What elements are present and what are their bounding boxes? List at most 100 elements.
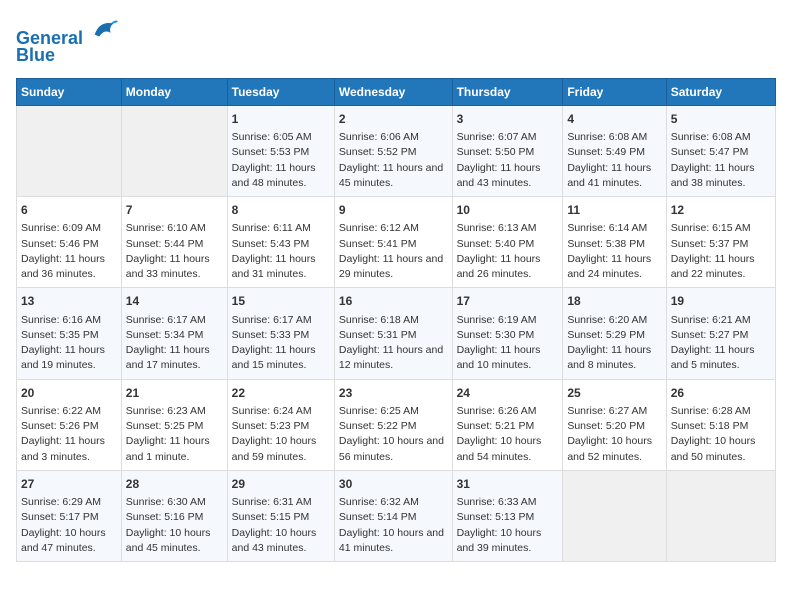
day-info: Sunrise: 6:10 AM <box>126 221 223 236</box>
day-info: Sunset: 5:18 PM <box>671 419 771 434</box>
day-cell: 20Sunrise: 6:22 AMSunset: 5:26 PMDayligh… <box>17 379 122 470</box>
day-info: Daylight: 10 hours and 56 minutes. <box>339 434 448 464</box>
day-number: 1 <box>232 111 330 128</box>
day-info: Daylight: 11 hours and 29 minutes. <box>339 252 448 282</box>
day-cell: 3Sunrise: 6:07 AMSunset: 5:50 PMDaylight… <box>452 105 563 196</box>
header-row: SundayMondayTuesdayWednesdayThursdayFrid… <box>17 78 776 105</box>
day-info: Sunset: 5:14 PM <box>339 510 448 525</box>
day-cell: 29Sunrise: 6:31 AMSunset: 5:15 PMDayligh… <box>227 470 334 561</box>
day-info: Sunrise: 6:25 AM <box>339 404 448 419</box>
day-info: Sunrise: 6:11 AM <box>232 221 330 236</box>
day-info: Sunrise: 6:18 AM <box>339 313 448 328</box>
day-cell: 2Sunrise: 6:06 AMSunset: 5:52 PMDaylight… <box>334 105 452 196</box>
day-info: Sunrise: 6:33 AM <box>457 495 559 510</box>
day-info: Sunrise: 6:16 AM <box>21 313 117 328</box>
day-number: 18 <box>567 293 661 310</box>
day-number: 16 <box>339 293 448 310</box>
day-info: Sunrise: 6:17 AM <box>232 313 330 328</box>
day-info: Sunset: 5:43 PM <box>232 237 330 252</box>
day-info: Sunrise: 6:32 AM <box>339 495 448 510</box>
day-cell: 26Sunrise: 6:28 AMSunset: 5:18 PMDayligh… <box>666 379 775 470</box>
col-header-saturday: Saturday <box>666 78 775 105</box>
logo: General Blue <box>16 16 118 66</box>
day-cell: 12Sunrise: 6:15 AMSunset: 5:37 PMDayligh… <box>666 197 775 288</box>
logo-bird-icon <box>90 16 118 44</box>
day-cell: 15Sunrise: 6:17 AMSunset: 5:33 PMDayligh… <box>227 288 334 379</box>
day-number: 13 <box>21 293 117 310</box>
day-cell: 11Sunrise: 6:14 AMSunset: 5:38 PMDayligh… <box>563 197 666 288</box>
day-info: Sunset: 5:38 PM <box>567 237 661 252</box>
week-row-3: 13 Sunrise: 6:16 AMSunset: 5:35 PM Dayligh… <box>17 288 776 379</box>
day-cell: 7 Sunrise: 6:10 AMSunset: 5:44 PMDaylight… <box>121 197 227 288</box>
day-cell: 28Sunrise: 6:30 AMSunset: 5:16 PMDayligh… <box>121 470 227 561</box>
day-cell: 5Sunrise: 6:08 AMSunset: 5:47 PMDaylight… <box>666 105 775 196</box>
day-info: Sunrise: 6:28 AM <box>671 404 771 419</box>
day-info: Sunrise: 6:23 AM <box>126 404 223 419</box>
day-cell: 14Sunrise: 6:17 AMSunset: 5:34 PMDayligh… <box>121 288 227 379</box>
day-info: Daylight: 11 hours and 3 minutes. <box>21 434 117 464</box>
day-info: Sunrise: 6:17 AM <box>126 313 223 328</box>
day-info: Sunset: 5:16 PM <box>126 510 223 525</box>
day-info: Sunrise: 6:24 AM <box>232 404 330 419</box>
day-info: Sunset: 5:50 PM <box>457 145 559 160</box>
day-number: 28 <box>126 476 223 493</box>
day-number: 23 <box>339 385 448 402</box>
day-info: Sunset: 5:44 PM <box>126 237 223 252</box>
day-info: Sunrise: 6:07 AM <box>457 130 559 145</box>
day-number: 5 <box>671 111 771 128</box>
day-info: Daylight: 11 hours and 36 minutes. <box>21 252 117 282</box>
day-info: Sunset: 5:22 PM <box>339 419 448 434</box>
day-number: 6 <box>21 202 117 219</box>
day-number: 3 <box>457 111 559 128</box>
col-header-wednesday: Wednesday <box>334 78 452 105</box>
week-row-4: 20Sunrise: 6:22 AMSunset: 5:26 PMDayligh… <box>17 379 776 470</box>
day-number: 7 <box>126 202 223 219</box>
day-number: 30 <box>339 476 448 493</box>
week-row-5: 27 Sunrise: 6:29 AMSunset: 5:17 PM Dayligh… <box>17 470 776 561</box>
day-info: Sunrise: 6:15 AM <box>671 221 771 236</box>
day-info: Sunrise: 6:12 AM <box>339 221 448 236</box>
day-info: Daylight: 11 hours and 33 minutes. <box>126 252 223 282</box>
day-info: Sunrise: 6:27 AM <box>567 404 661 419</box>
day-cell: 1Sunrise: 6:05 AMSunset: 5:53 PMDaylight… <box>227 105 334 196</box>
day-number: 2 <box>339 111 448 128</box>
day-info: Daylight: 10 hours and 39 minutes. <box>457 526 559 556</box>
day-info: Sunset: 5:53 PM <box>232 145 330 160</box>
day-info: Sunset: 5:35 PM <box>21 328 117 343</box>
day-info: Sunset: 5:37 PM <box>671 237 771 252</box>
day-cell: 8Sunrise: 6:11 AMSunset: 5:43 PMDaylight… <box>227 197 334 288</box>
day-number: 15 <box>232 293 330 310</box>
day-number: 25 <box>567 385 661 402</box>
day-info: Sunset: 5:23 PM <box>232 419 330 434</box>
day-info: Sunset: 5:49 PM <box>567 145 661 160</box>
day-cell: 23 Sunrise: 6:25 AMSunset: 5:22 PMDayligh… <box>334 379 452 470</box>
week-row-1: 1Sunrise: 6:05 AMSunset: 5:53 PMDaylight… <box>17 105 776 196</box>
day-info: Sunset: 5:30 PM <box>457 328 559 343</box>
day-number: 27 <box>21 476 117 493</box>
day-number: 31 <box>457 476 559 493</box>
day-number: 21 <box>126 385 223 402</box>
day-info: Daylight: 11 hours and 48 minutes. <box>232 161 330 191</box>
day-info: Sunset: 5:15 PM <box>232 510 330 525</box>
day-info: Sunset: 5:40 PM <box>457 237 559 252</box>
day-cell: 25Sunrise: 6:27 AMSunset: 5:20 PMDayligh… <box>563 379 666 470</box>
day-info: Daylight: 11 hours and 12 minutes. <box>339 343 448 373</box>
day-number: 26 <box>671 385 771 402</box>
day-info: Sunset: 5:25 PM <box>126 419 223 434</box>
day-info: Daylight: 10 hours and 43 minutes. <box>232 526 330 556</box>
day-info: Sunset: 5:13 PM <box>457 510 559 525</box>
day-info: Daylight: 10 hours and 41 minutes. <box>339 526 448 556</box>
day-info: Sunrise: 6:29 AM <box>21 495 117 510</box>
col-header-friday: Friday <box>563 78 666 105</box>
day-cell: 9Sunrise: 6:12 AMSunset: 5:41 PMDaylight… <box>334 197 452 288</box>
day-info: Daylight: 11 hours and 22 minutes. <box>671 252 771 282</box>
day-info: Sunrise: 6:08 AM <box>567 130 661 145</box>
day-info: Sunset: 5:34 PM <box>126 328 223 343</box>
day-cell: 24Sunrise: 6:26 AMSunset: 5:21 PMDayligh… <box>452 379 563 470</box>
day-info: Daylight: 11 hours and 45 minutes. <box>339 161 448 191</box>
day-info: Sunset: 5:52 PM <box>339 145 448 160</box>
day-info: Daylight: 11 hours and 15 minutes. <box>232 343 330 373</box>
day-info: Sunset: 5:17 PM <box>21 510 117 525</box>
day-info: Sunset: 5:21 PM <box>457 419 559 434</box>
day-info: Sunset: 5:31 PM <box>339 328 448 343</box>
